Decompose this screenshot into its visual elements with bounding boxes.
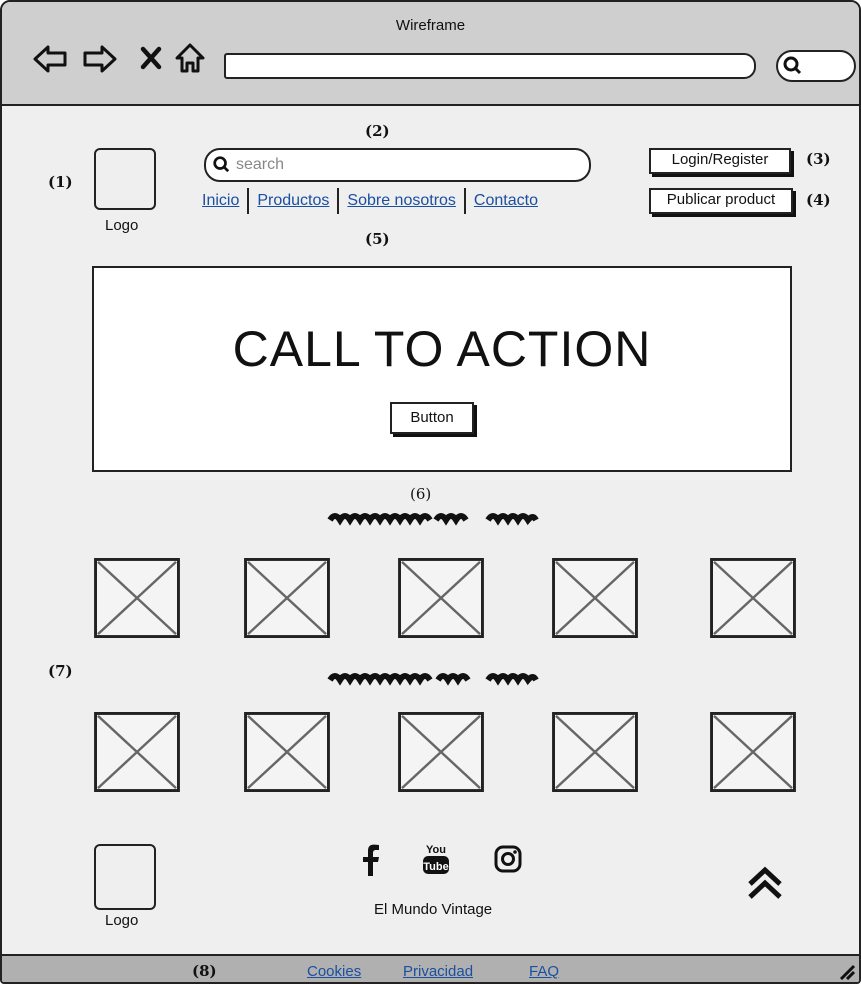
product-image-placeholder[interactable] <box>94 712 180 792</box>
main-nav: Inicio Productos Sobre nosotros Contacto <box>202 188 538 214</box>
youtube-icon[interactable]: You Tube <box>420 842 452 876</box>
double-chevron-up-icon[interactable] <box>746 866 784 900</box>
nav-separator <box>247 188 250 214</box>
cta-title: CALL TO ACTION <box>232 321 652 377</box>
forward-arrow-icon[interactable] <box>82 44 118 74</box>
annotation-3: (3) <box>806 150 831 168</box>
instagram-icon[interactable] <box>494 845 522 873</box>
call-to-action-banner: CALL TO ACTION Button <box>92 266 792 472</box>
footer-logo-label: Logo <box>105 912 139 929</box>
annotation-7: (7) <box>48 662 73 680</box>
svg-text:You: You <box>426 844 446 856</box>
nav-link-inicio[interactable]: Inicio <box>202 192 239 210</box>
browser-window: Wireframe (1) Logo (2) search Inicio Pro… <box>0 0 861 984</box>
product-image-placeholder[interactable] <box>94 558 180 638</box>
window-title: Wireframe <box>395 17 466 34</box>
cta-button[interactable]: Button <box>390 402 474 434</box>
product-image-placeholder[interactable] <box>552 712 638 792</box>
url-bar[interactable] <box>224 53 756 79</box>
header-logo[interactable] <box>94 148 156 210</box>
annotation-5: (5) <box>365 230 390 248</box>
facebook-icon[interactable] <box>360 844 382 876</box>
search-input[interactable] <box>234 153 578 177</box>
section-heading-scribble <box>327 673 539 686</box>
search-box[interactable] <box>204 148 591 182</box>
section-heading-scribble <box>327 513 539 526</box>
footer-link-cookies[interactable]: Cookies <box>307 963 361 980</box>
product-image-placeholder[interactable] <box>710 712 796 792</box>
annotation-2: (2) <box>365 122 390 140</box>
footer-link-faq[interactable]: FAQ <box>529 963 559 980</box>
svg-text:Tube: Tube <box>423 861 448 873</box>
bottom-bar: (8) Cookies Privacidad FAQ <box>2 954 859 982</box>
brand-name: El Mundo Vintage <box>374 901 493 918</box>
home-icon[interactable] <box>174 42 206 74</box>
login-register-button[interactable]: Login/Register <box>649 148 791 174</box>
nav-link-productos[interactable]: Productos <box>257 192 329 210</box>
nav-separator <box>463 188 466 214</box>
search-icon <box>213 156 230 173</box>
nav-separator <box>337 188 340 214</box>
annotation-6: (6) <box>410 485 432 503</box>
resize-handle-icon[interactable] <box>837 962 855 980</box>
product-image-placeholder[interactable] <box>552 558 638 638</box>
publish-product-button[interactable]: Publicar product <box>649 188 793 214</box>
search-icon <box>783 56 802 75</box>
footer-logo[interactable] <box>94 844 156 910</box>
back-arrow-icon[interactable] <box>32 44 68 74</box>
nav-link-sobre-nosotros[interactable]: Sobre nosotros <box>347 192 456 210</box>
annotation-8: (8) <box>192 962 217 980</box>
product-image-placeholder[interactable] <box>710 558 796 638</box>
header-logo-label: Logo <box>105 217 139 234</box>
browser-chrome: Wireframe <box>2 2 859 106</box>
product-image-placeholder[interactable] <box>398 558 484 638</box>
product-image-placeholder[interactable] <box>244 712 330 792</box>
annotation-1: (1) <box>48 173 73 191</box>
nav-link-contacto[interactable]: Contacto <box>474 192 538 210</box>
close-icon[interactable] <box>140 46 162 70</box>
annotation-4: (4) <box>806 191 831 209</box>
footer-link-privacidad[interactable]: Privacidad <box>403 963 473 980</box>
product-image-placeholder[interactable] <box>244 558 330 638</box>
browser-search-button[interactable] <box>776 50 856 82</box>
product-image-placeholder[interactable] <box>398 712 484 792</box>
